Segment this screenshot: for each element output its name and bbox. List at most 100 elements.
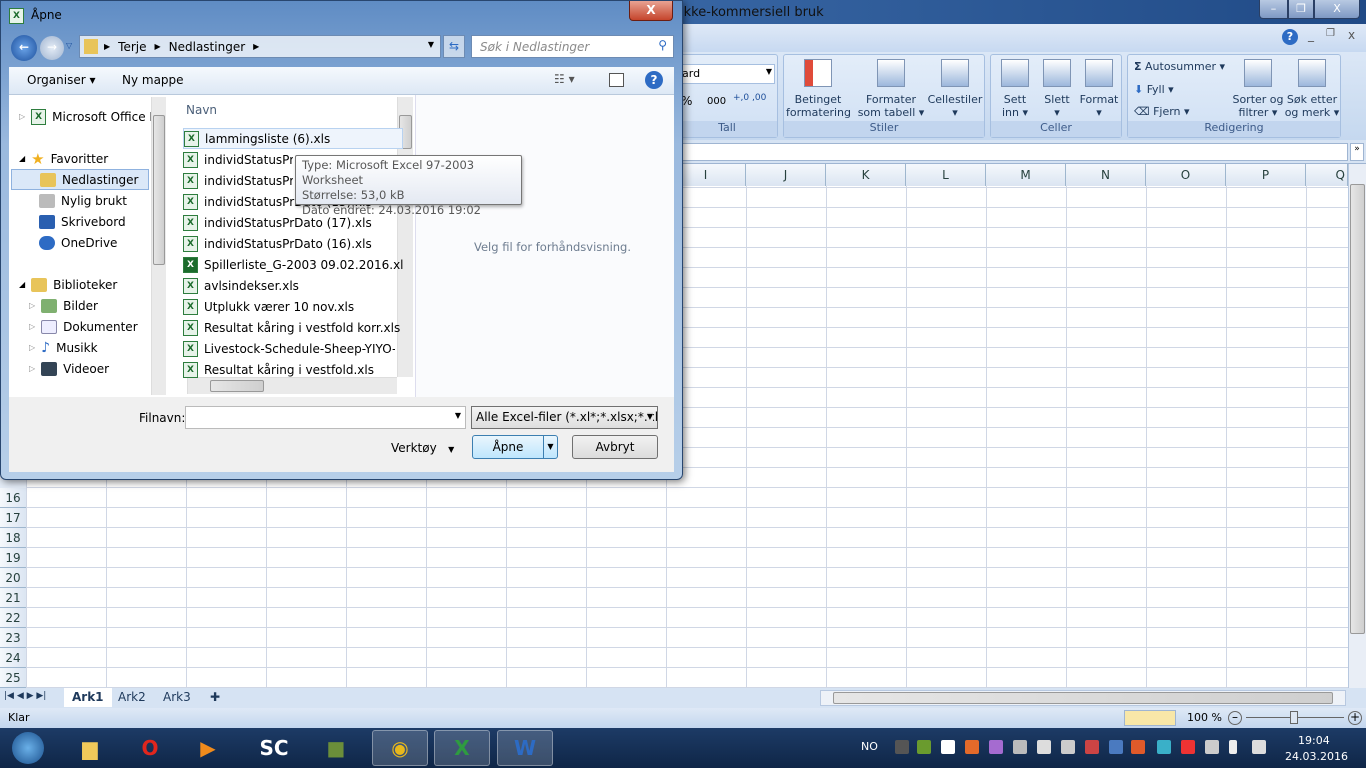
- sc-app-icon[interactable]: SC: [246, 730, 302, 766]
- find-select-button[interactable]: Søk etter og merk ▾: [1284, 59, 1340, 119]
- row-header[interactable]: 17: [0, 508, 26, 528]
- column-header[interactable]: P: [1226, 164, 1306, 186]
- format-as-table-button[interactable]: Formater som tabell ▾: [856, 59, 926, 119]
- start-button[interactable]: [2, 730, 54, 766]
- horizontal-scrollbar[interactable]: [820, 690, 1346, 706]
- column-header[interactable]: L: [906, 164, 986, 186]
- sheet-tab-ark2[interactable]: Ark2: [110, 688, 154, 707]
- explorer-icon[interactable]: ▆: [62, 730, 118, 766]
- chrome-icon[interactable]: ◉: [372, 730, 428, 766]
- decimal-buttons-icon[interactable]: +,0 ,00: [733, 93, 766, 103]
- file-item[interactable]: XindividStatusPrDato (16).xls: [183, 233, 403, 254]
- tray-icon[interactable]: [1157, 740, 1171, 754]
- column-header[interactable]: M: [986, 164, 1066, 186]
- column-header[interactable]: J: [746, 164, 826, 186]
- column-header[interactable]: K: [826, 164, 906, 186]
- search-input[interactable]: Søk i Nedlastinger ⚲: [471, 35, 674, 58]
- sort-filter-button[interactable]: Sorter og filtrer ▾: [1232, 59, 1284, 119]
- sheet-tab-ark3[interactable]: Ark3: [155, 688, 199, 707]
- row-header[interactable]: 23: [0, 628, 26, 648]
- tray-icon[interactable]: [917, 740, 931, 754]
- autosum-button[interactable]: Σ Autosummer ▾: [1134, 60, 1225, 73]
- file-item[interactable]: X Utplukk værer 10 nov.xls: [183, 296, 403, 317]
- help-icon[interactable]: ?: [1282, 29, 1298, 45]
- tray-icon[interactable]: [1109, 740, 1123, 754]
- vertical-scrollbar[interactable]: [1348, 164, 1366, 688]
- nav-item-bilder[interactable]: ▷ Bilder: [29, 295, 98, 316]
- signal-icon[interactable]: [1205, 740, 1219, 754]
- nav-item-dokumenter[interactable]: ▷ Dokumenter: [29, 316, 138, 337]
- back-button[interactable]: ←: [11, 35, 37, 61]
- nav-item-musikk[interactable]: ▷ ♪ Musikk: [29, 337, 98, 358]
- thousands-button[interactable]: 000: [707, 96, 726, 107]
- file-item[interactable]: XindividStatusPrDato (18).xls: [183, 170, 293, 191]
- minimize-button[interactable]: –: [1259, 0, 1288, 19]
- file-item[interactable]: X Resultat kåring i vestfold korr.xls: [183, 317, 403, 338]
- zoom-slider-thumb[interactable]: [1290, 711, 1298, 724]
- row-header[interactable]: 18: [0, 528, 26, 548]
- help-icon[interactable]: ?: [645, 71, 663, 89]
- row-header[interactable]: 24: [0, 648, 26, 668]
- view-options-icon[interactable]: ☷ ▾: [554, 72, 575, 86]
- language-indicator[interactable]: NO: [861, 740, 878, 753]
- refresh-button[interactable]: ⇆: [443, 35, 465, 58]
- tray-icon[interactable]: [965, 740, 979, 754]
- row-header[interactable]: 16: [0, 488, 26, 508]
- tray-icon[interactable]: [1061, 740, 1075, 754]
- word-taskbar-icon[interactable]: W: [497, 730, 553, 766]
- row-header[interactable]: 25: [0, 668, 26, 688]
- forward-button[interactable]: →: [40, 36, 64, 60]
- scroll-thumb[interactable]: [833, 692, 1333, 704]
- column-header[interactable]: N: [1066, 164, 1146, 186]
- file-item[interactable]: Xlammingsliste (6).xls: [183, 128, 403, 149]
- row-header[interactable]: 22: [0, 608, 26, 628]
- nav-item-favoritter[interactable]: ◢ ★ Favoritter: [19, 148, 108, 169]
- file-item[interactable]: X Livestock-Schedule-Sheep-YIYO-V3: [183, 338, 395, 359]
- media-player-icon[interactable]: ▶: [180, 730, 236, 766]
- row-header[interactable]: 21: [0, 588, 26, 608]
- zoom-in-button[interactable]: +: [1348, 711, 1362, 725]
- scroll-thumb[interactable]: [1350, 184, 1365, 634]
- close-button[interactable]: X: [1314, 0, 1360, 19]
- clear-button[interactable]: ⌫ Fjern ▾: [1134, 105, 1190, 118]
- new-folder-button[interactable]: Ny mappe: [122, 73, 184, 87]
- zoom-out-button[interactable]: –: [1228, 711, 1242, 725]
- address-dropdown-icon[interactable]: ▼: [428, 40, 434, 49]
- workbook-minimize-icon[interactable]: _: [1308, 28, 1314, 42]
- tray-icon[interactable]: [1085, 740, 1099, 754]
- nav-item-skrivebord[interactable]: Skrivebord: [39, 211, 126, 232]
- excel-taskbar-icon[interactable]: X: [434, 730, 490, 766]
- delete-cells-button[interactable]: Slett ▾: [1037, 59, 1077, 119]
- volume-icon[interactable]: [1252, 740, 1266, 754]
- workbook-close-icon[interactable]: x: [1348, 28, 1355, 42]
- preview-pane-icon[interactable]: [609, 73, 624, 87]
- file-item[interactable]: Xavlsindekser.xls: [183, 275, 403, 296]
- tools-button[interactable]: Verktøy ▼: [391, 441, 454, 455]
- filename-input[interactable]: ▼: [185, 406, 466, 429]
- breadcrumb-item[interactable]: Terje: [118, 40, 146, 54]
- nav-item-videoer[interactable]: ▷ Videoer: [29, 358, 109, 379]
- column-header[interactable]: Q: [1306, 164, 1348, 186]
- row-header[interactable]: 19: [0, 548, 26, 568]
- file-item[interactable]: XindividStatusPrDato (19).xls: [183, 149, 293, 170]
- nav-item-microsoft-office-excel[interactable]: ▷ X Microsoft Office Ex: [19, 106, 164, 127]
- tray-icon[interactable]: [1131, 740, 1145, 754]
- formula-input[interactable]: [682, 143, 1348, 161]
- tray-icon[interactable]: [895, 740, 909, 754]
- sheet-tab-ark1[interactable]: Ark1: [64, 688, 112, 707]
- nav-item-nedlastinger[interactable]: Nedlastinger: [11, 169, 149, 190]
- cell-styles-button[interactable]: Cellestiler ▾: [926, 59, 984, 119]
- nav-item-onedrive[interactable]: OneDrive: [39, 232, 117, 253]
- recent-locations-dropdown[interactable]: ▽: [66, 41, 72, 50]
- address-bar[interactable]: ▶ Terje ▶ Nedlastinger ▶ ▼: [79, 35, 441, 58]
- opera-icon[interactable]: O: [122, 730, 178, 766]
- insert-cells-button[interactable]: Sett inn ▾: [995, 59, 1035, 119]
- sheet-nav-arrows-icon[interactable]: |◀ ◀ ▶ ▶|: [4, 691, 46, 701]
- nav-scrollbar[interactable]: [151, 97, 166, 395]
- row-header[interactable]: 20: [0, 568, 26, 588]
- zoom-level[interactable]: 100 %: [1187, 711, 1222, 724]
- file-item[interactable]: X Resultat kåring i vestfold.xls: [183, 359, 395, 380]
- fill-button[interactable]: ⬇ Fyll ▾: [1134, 83, 1174, 96]
- clock-date[interactable]: 24.03.2016: [1285, 750, 1348, 763]
- number-format-select[interactable]: ard ▼: [679, 64, 775, 84]
